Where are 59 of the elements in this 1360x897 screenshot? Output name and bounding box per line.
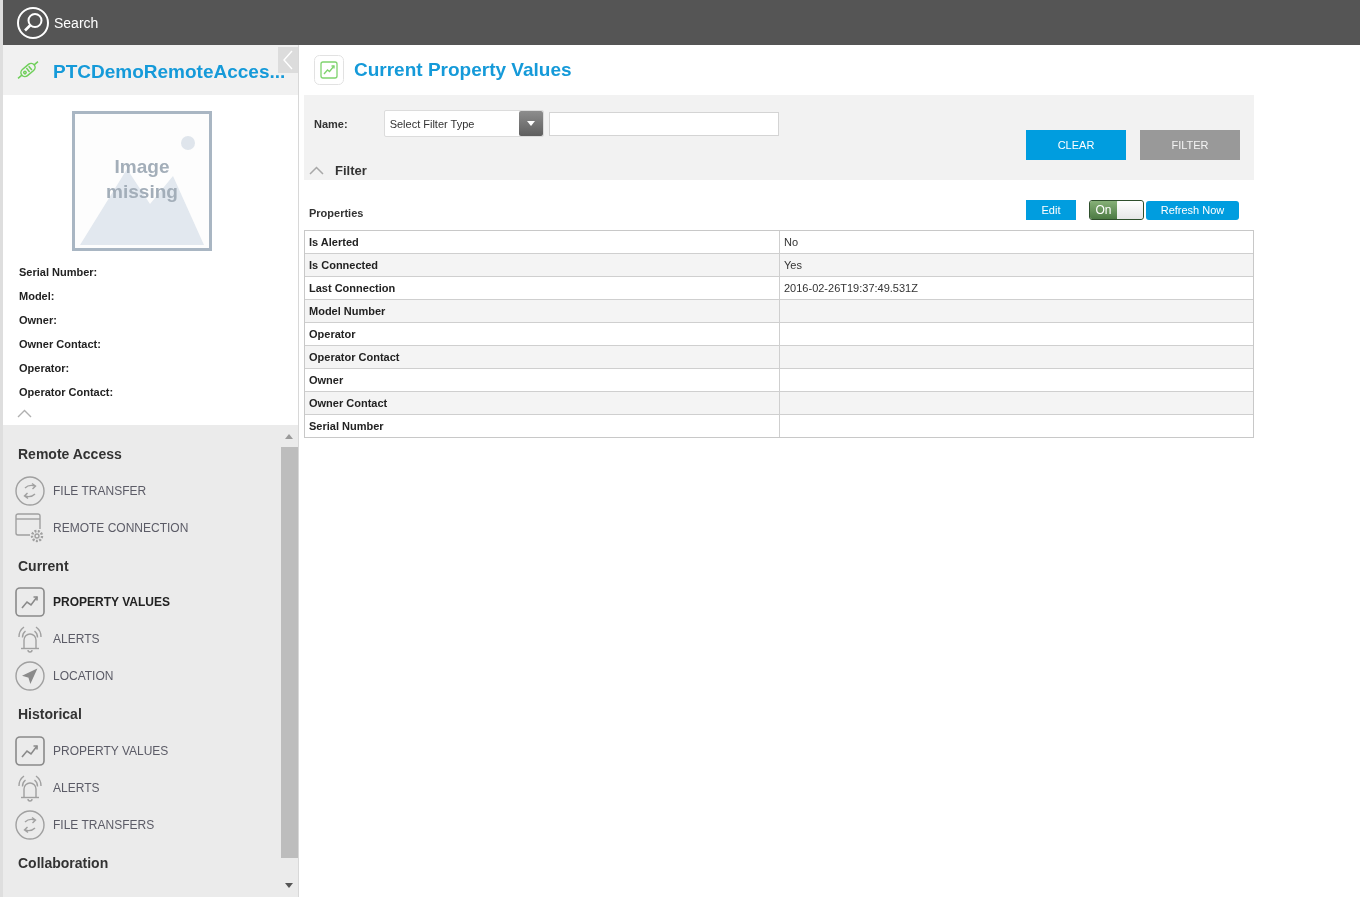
table-cell-text: Is Alerted bbox=[308, 235, 360, 250]
trend-chart-icon bbox=[314, 55, 344, 85]
clear-button[interactable]: CLEAR bbox=[1026, 130, 1126, 160]
nav-item[interactable]: PROPERTY VALUES bbox=[15, 587, 170, 617]
table-cell-text: Is Connected bbox=[308, 258, 380, 273]
nav-item[interactable]: REMOTE CONNECTION bbox=[15, 512, 189, 543]
swap-arrows-icon bbox=[15, 809, 45, 840]
nav-section-title: Historical bbox=[18, 705, 82, 723]
device-title: PTCDemoRemoteAcces... bbox=[53, 60, 286, 83]
toggle-switch[interactable]: On bbox=[1089, 200, 1144, 220]
table-cell-text: Serial Number bbox=[308, 419, 385, 434]
trend-chart-icon bbox=[15, 735, 45, 766]
nav-section-title: Remote Access bbox=[18, 445, 122, 463]
table-cell-text: Owner Contact bbox=[308, 396, 389, 411]
nav-section-title: Collaboration bbox=[18, 853, 109, 872]
bell-icon bbox=[15, 624, 45, 654]
page-title: Current Property Values bbox=[354, 59, 572, 81]
table-cell: Yes bbox=[779, 254, 1253, 276]
scroll-down-icon[interactable] bbox=[285, 883, 293, 888]
name-input-field[interactable] bbox=[548, 111, 779, 136]
edit-button[interactable]: Edit bbox=[1026, 200, 1076, 220]
caret-icon bbox=[518, 111, 543, 136]
bell-icon bbox=[15, 772, 45, 803]
refresh-now-button[interactable]: Refresh Now bbox=[1146, 200, 1239, 220]
table-cell-text: Last Connection bbox=[308, 281, 397, 296]
nav-item[interactable]: PROPERTY VALUES bbox=[15, 735, 169, 766]
field-label: Owner: bbox=[19, 313, 57, 328]
nav-item[interactable]: ALERTS bbox=[15, 624, 100, 654]
filter-type-dropdown[interactable]: Select Filter Type bbox=[383, 110, 544, 137]
nav-item[interactable]: FILE TRANSFERS bbox=[15, 809, 155, 840]
search-icon bbox=[17, 6, 49, 39]
properties-label: Properties bbox=[308, 206, 364, 219]
nav-item[interactable]: ALERTS bbox=[15, 772, 100, 803]
filter-section-label: Filter bbox=[335, 162, 367, 178]
field-label: Operator: bbox=[19, 361, 70, 376]
nav-item[interactable]: LOCATION bbox=[15, 661, 114, 691]
chevron-up-icon[interactable] bbox=[309, 165, 324, 175]
search-button[interactable]: Search bbox=[17, 6, 99, 39]
table-cell-text: Model Number bbox=[308, 304, 387, 319]
field-label: Serial Number: bbox=[19, 265, 98, 280]
table-cell-text: Owner bbox=[308, 373, 345, 388]
nav-section-title: Current bbox=[18, 556, 69, 575]
field-label: Owner Contact: bbox=[19, 337, 101, 352]
chevron-up-icon[interactable] bbox=[17, 409, 32, 418]
chevron-left-icon bbox=[283, 50, 293, 70]
window-gear-icon bbox=[15, 512, 45, 543]
field-label: Operator Contact: bbox=[19, 385, 114, 400]
table-cell: No bbox=[779, 231, 1253, 253]
trend-chart-icon bbox=[15, 587, 45, 617]
table-cell: 2016-02-26T19:37:49.531Z bbox=[779, 277, 1253, 299]
table-cell-text: Operator bbox=[308, 327, 357, 342]
scrollbar-thumb[interactable] bbox=[280, 447, 298, 858]
placeholder-caption: Image missing bbox=[105, 155, 179, 204]
field-label: Model: bbox=[19, 289, 55, 304]
scroll-up-icon[interactable] bbox=[285, 434, 293, 439]
swap-arrows-icon bbox=[15, 475, 45, 506]
name-label: Name: bbox=[314, 117, 348, 130]
table-cell-text: Operator Contact bbox=[308, 350, 401, 365]
nav-item[interactable]: FILE TRANSFER bbox=[15, 475, 147, 506]
